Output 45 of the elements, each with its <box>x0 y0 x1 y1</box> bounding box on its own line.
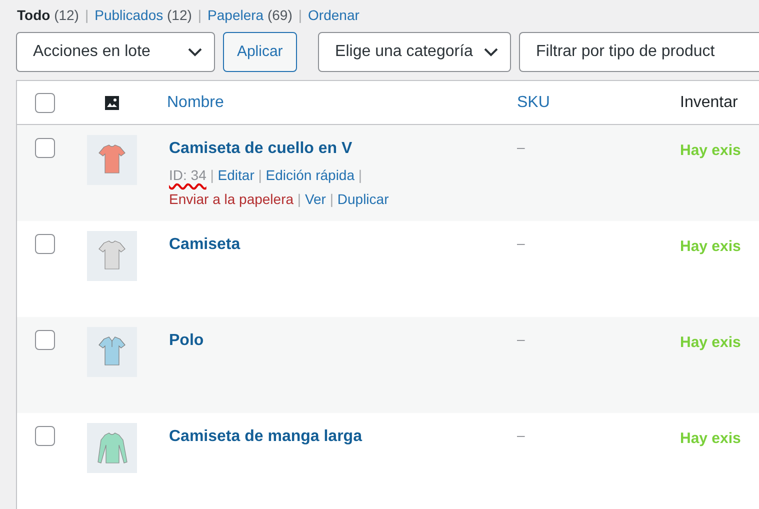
sku-text: – <box>517 331 525 347</box>
separator-text: | <box>328 191 334 207</box>
chevron-down-icon <box>188 48 202 56</box>
view-filter-link[interactable]: Todo (12) <box>17 4 79 26</box>
bulk-actions-select[interactable]: Acciones en lote <box>16 32 215 72</box>
stock-status-text: Hay exis <box>680 142 741 159</box>
view-filter-link[interactable]: Publicados (12) <box>94 4 192 26</box>
product-type-select[interactable]: Filtrar por tipo de product <box>519 32 759 72</box>
separator-text: | <box>298 6 302 25</box>
column-header[interactable]: SKU <box>517 94 550 110</box>
sku-text: – <box>517 139 525 155</box>
separator-text: | <box>84 6 89 25</box>
stock-status-text: Hay exis <box>680 238 741 255</box>
sku-text: – <box>517 427 525 443</box>
trash-link[interactable]: Enviar a la papelera <box>169 191 294 207</box>
stock-status-text: Hay exis <box>680 334 741 351</box>
row-action-link[interactable]: Duplicar <box>337 191 389 207</box>
view-filter-link[interactable]: Papelera (69) <box>208 4 292 26</box>
sku-text: – <box>517 235 525 251</box>
row-checkbox[interactable] <box>35 92 55 112</box>
stock-status-text: Hay exis <box>680 430 741 447</box>
row-action-link[interactable]: Edición rápida <box>266 167 355 183</box>
column-header: Inventar <box>680 94 738 110</box>
separator-text: | <box>209 167 215 183</box>
row-action-link[interactable]: Editar <box>218 167 254 183</box>
separator-text: | <box>257 167 263 183</box>
row-action-link[interactable]: Ver <box>304 191 326 207</box>
row-checkbox[interactable] <box>35 330 55 350</box>
product-name-link[interactable]: Camiseta de cuello en V <box>169 140 352 157</box>
row-checkbox[interactable] <box>35 426 55 446</box>
category-select[interactable]: Elige una categoría <box>318 32 511 72</box>
chevron-down-icon <box>484 48 498 56</box>
apply-button[interactable]: Aplicar <box>222 32 298 72</box>
row-checkbox[interactable] <box>35 234 55 254</box>
product-id-text: ID: 34 <box>169 167 206 183</box>
image-icon <box>104 94 120 110</box>
product-name-link[interactable]: Polo <box>169 332 204 349</box>
product-name-link[interactable]: Camiseta de manga larga <box>169 428 362 445</box>
separator-text: | <box>198 6 202 25</box>
column-header[interactable]: Nombre <box>167 94 224 110</box>
separator-text: | <box>357 167 362 183</box>
row-checkbox[interactable] <box>35 138 55 158</box>
product-name-link[interactable]: Camiseta <box>169 236 240 253</box>
view-filter-link[interactable]: Ordenar <box>308 4 360 26</box>
separator-text: | <box>296 191 302 207</box>
